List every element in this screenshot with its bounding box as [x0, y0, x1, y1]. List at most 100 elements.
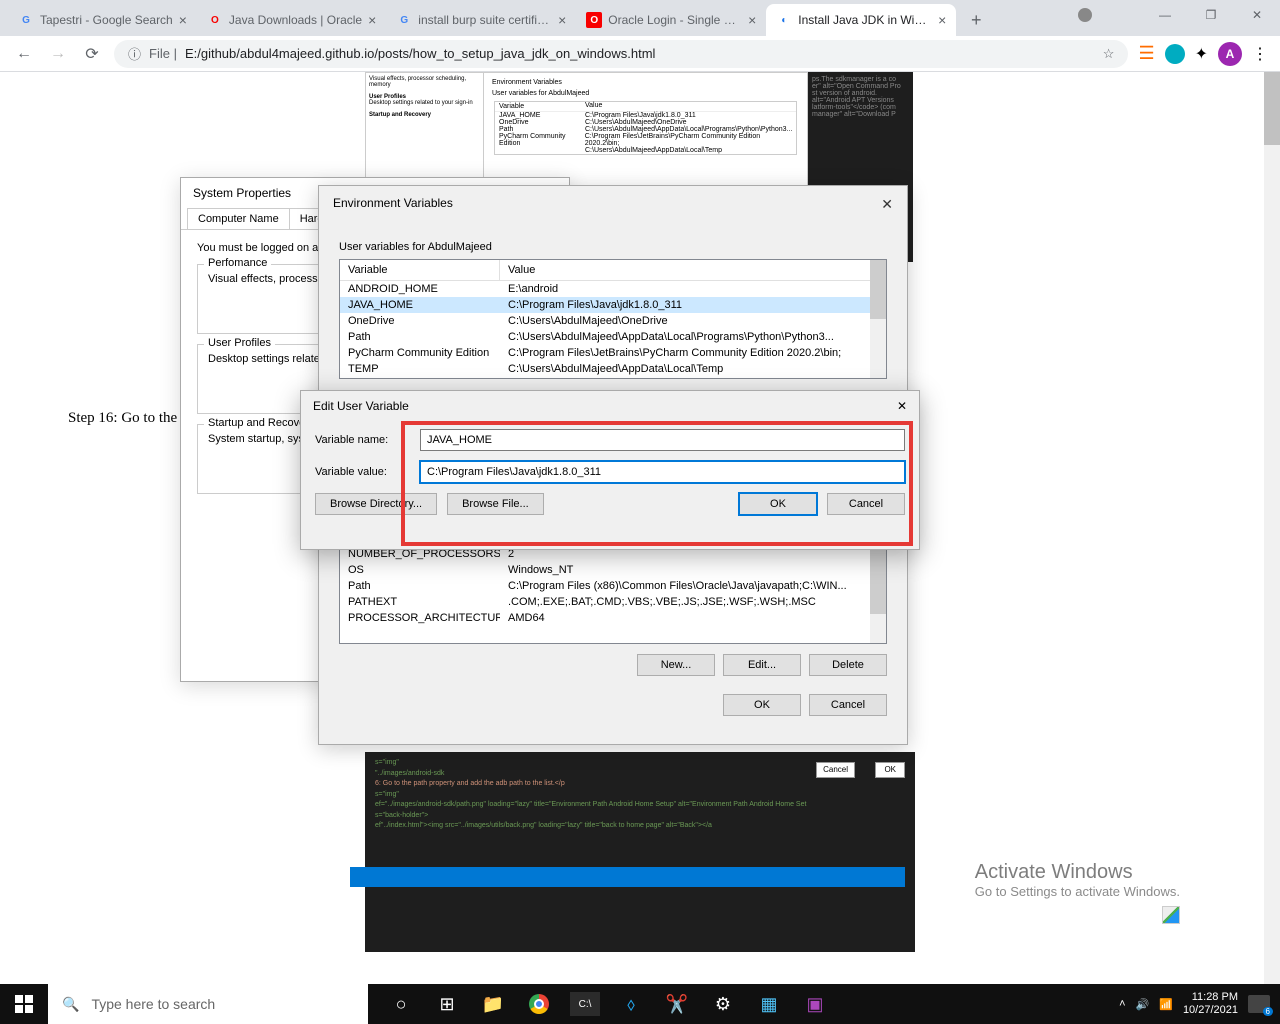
table-row: PathC:\Program Files (x86)\Common Files\… [340, 578, 886, 594]
table-row: TEMPC:\Users\AbdulMajeed\AppData\Local\T… [340, 361, 886, 377]
tab-0[interactable]: GTapestri - Google Search× [8, 4, 197, 36]
url-prefix: File | [149, 46, 177, 61]
variable-value-label: Variable value: [315, 466, 420, 478]
performance-label: Perfomance [204, 257, 271, 269]
startup-label: Startup and Recove [204, 417, 309, 429]
address-bar[interactable]: ⓘ File | E:/github/abdul4majeed.github.i… [114, 40, 1128, 68]
activate-windows-watermark: Activate Windows Go to Settings to activ… [975, 861, 1180, 899]
taskbar-search[interactable]: 🔍 Type here to search [48, 984, 368, 1024]
cancel-button[interactable]: Cancel [809, 694, 887, 716]
page-scrollbar[interactable] [1264, 72, 1280, 984]
settings-icon[interactable]: ⚙ [700, 984, 746, 1024]
search-placeholder: Type here to search [91, 996, 215, 1012]
snip-icon[interactable]: ✂️ [654, 984, 700, 1024]
oracle-icon: O [207, 12, 223, 28]
tab-title: install burp suite certificat [418, 13, 552, 27]
wifi-icon[interactable]: 📶 [1159, 998, 1173, 1011]
site-info-icon[interactable]: ⓘ [128, 44, 141, 63]
forward-button[interactable]: → [46, 45, 70, 63]
user-variables-table[interactable]: VariableValue ANDROID_HOMEE:\android JAV… [339, 259, 887, 379]
close-icon[interactable]: × [558, 12, 566, 28]
browse-directory-button[interactable]: Browse Directory... [315, 493, 437, 515]
chrome-icon[interactable] [516, 984, 562, 1024]
table-row: PROCESSOR_ARCHITECTUREAMD64 [340, 610, 886, 626]
extensions-area: ☰ ✦ A ⋮ [1138, 42, 1268, 66]
close-icon[interactable]: × [179, 12, 187, 28]
extension-icon[interactable] [1165, 44, 1185, 64]
extension-icon[interactable]: ☰ [1138, 43, 1154, 64]
cancel-button[interactable]: Cancel [827, 493, 905, 515]
file-explorer-icon[interactable]: 📁 [470, 984, 516, 1024]
tab-3[interactable]: OOracle Login - Single Sign× [576, 4, 766, 36]
tab-title: Java Downloads | Oracle [229, 13, 362, 27]
task-view-icon[interactable]: ⊞ [424, 984, 470, 1024]
tab-4[interactable]: ◐ Install Java JDK in Window × [766, 4, 956, 36]
col-value[interactable]: Value [500, 260, 886, 280]
variable-name-input[interactable] [420, 429, 905, 451]
table-row: OSWindows_NT [340, 562, 886, 578]
step-caption: Step 16: Go to the [68, 410, 177, 427]
table-row: PathC:\Users\AbdulMajeed\AppData\Local\P… [340, 329, 886, 345]
new-tab-button[interactable]: + [962, 6, 990, 34]
table-row: ANDROID_HOMEE:\android [340, 281, 886, 297]
back-button[interactable]: ← [12, 45, 36, 63]
activate-title: Activate Windows [975, 861, 1180, 884]
page-viewport: Visual effects, processor scheduling, me… [0, 72, 1280, 984]
close-window-button[interactable]: ✕ [1234, 0, 1280, 30]
tray-clock[interactable]: 11:28 PM 10/27/2021 [1183, 991, 1238, 1017]
windows-taskbar: 🔍 Type here to search ○ ⊞ 📁 C:\ ⬨ ✂️ ⚙ ▦… [0, 984, 1280, 1024]
cortana-icon[interactable]: ○ [378, 984, 424, 1024]
notifications-icon[interactable]: 6 [1248, 995, 1270, 1013]
terminal-icon[interactable]: C:\ [570, 992, 600, 1016]
tab-computer-name[interactable]: Computer Name [187, 208, 290, 229]
profile-avatar[interactable]: A [1218, 42, 1242, 66]
user-profiles-label: User Profiles [204, 337, 275, 349]
table-scrollbar[interactable] [870, 260, 886, 378]
table-row: PyCharm Community EditionC:\Program File… [340, 345, 886, 361]
vscode-icon[interactable]: ⬨ [608, 984, 654, 1024]
close-icon[interactable]: × [938, 12, 946, 28]
close-icon[interactable]: ✕ [897, 399, 907, 413]
broken-image-icon [1162, 906, 1180, 924]
bookmark-icon[interactable]: ☆ [1103, 46, 1115, 62]
col-variable[interactable]: Variable [340, 260, 500, 280]
tab-1[interactable]: O Java Downloads | Oracle × [197, 4, 386, 36]
system-tray: ˄ 🔊 📶 11:28 PM 10/27/2021 6 [1109, 991, 1280, 1017]
extensions-menu-icon[interactable]: ✦ [1195, 44, 1208, 64]
oracle-icon: O [586, 12, 602, 28]
close-icon[interactable]: × [368, 12, 376, 28]
google-icon: G [396, 12, 412, 28]
maximize-button[interactable]: ❐ [1188, 0, 1234, 30]
user-vars-label: User variables for AbdulMajeed [339, 241, 887, 253]
variable-value-input[interactable] [420, 461, 905, 483]
tab-title: Install Java JDK in Window [798, 13, 932, 27]
volume-icon[interactable]: 🔊 [1136, 998, 1150, 1011]
tray-chevron-icon[interactable]: ˄ [1119, 998, 1125, 1010]
bg-sysprops-mini: Visual effects, processor scheduling, me… [365, 72, 485, 187]
ok-button[interactable]: OK [739, 493, 817, 515]
close-icon[interactable]: × [748, 12, 756, 28]
search-icon: 🔍 [62, 996, 79, 1013]
reload-button[interactable]: ⟳ [80, 44, 104, 64]
bg-inner-taskbar [350, 867, 905, 887]
tab-title: Tapestri - Google Search [40, 13, 173, 27]
chrome-toolbar: ← → ⟳ ⓘ File | E:/github/abdul4majeed.gi… [0, 36, 1280, 72]
new-button[interactable]: New... [637, 654, 715, 676]
browse-file-button[interactable]: Browse File... [447, 493, 544, 515]
edit-button[interactable]: Edit... [723, 654, 801, 676]
delete-button[interactable]: Delete [809, 654, 887, 676]
tab-2[interactable]: Ginstall burp suite certificat × [386, 4, 576, 36]
start-button[interactable] [0, 984, 48, 1024]
close-icon[interactable]: ✕ [881, 196, 893, 213]
activate-text: Go to Settings to activate Windows. [975, 884, 1180, 899]
minimize-button[interactable]: — [1142, 0, 1188, 30]
table-row: JAVA_HOMEC:\Program Files\Java\jdk1.8.0_… [340, 297, 886, 313]
page-icon: ◐ [776, 12, 792, 28]
bg-vscode: s="img" "../images/android-sdk 6: Go to … [365, 752, 915, 952]
ok-button[interactable]: OK [723, 694, 801, 716]
app-icon[interactable]: ▣ [792, 984, 838, 1024]
app-icon[interactable]: ▦ [746, 984, 792, 1024]
variable-name-label: Variable name: [315, 434, 420, 446]
table-row: OneDriveC:\Users\AbdulMajeed\OneDrive [340, 313, 886, 329]
chrome-menu-icon[interactable]: ⋮ [1252, 44, 1268, 64]
